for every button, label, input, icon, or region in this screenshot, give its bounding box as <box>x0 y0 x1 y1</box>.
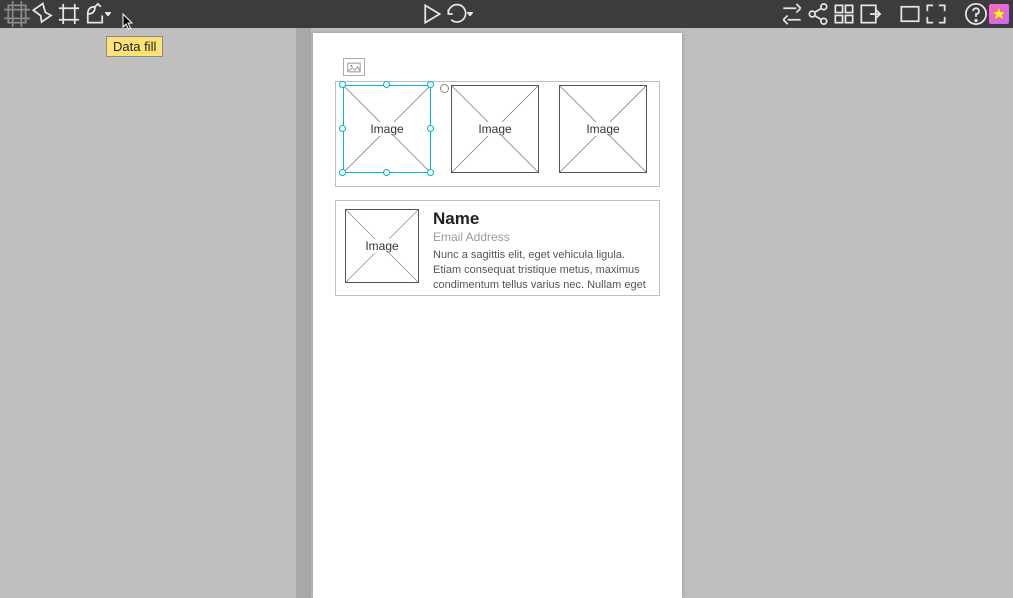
selection-handle[interactable] <box>427 169 434 176</box>
selection-handle[interactable] <box>427 81 434 88</box>
align-icon[interactable] <box>779 1 805 27</box>
image-type-chip[interactable] <box>343 58 365 76</box>
grid-icon[interactable] <box>56 1 82 27</box>
grid-view-icon[interactable] <box>831 1 857 27</box>
toolbar-left-group <box>4 1 112 27</box>
avatar-placeholder[interactable]: Image <box>345 209 419 283</box>
selection-handle[interactable] <box>383 169 390 176</box>
profile-email: Email Address <box>433 230 653 244</box>
top-toolbar <box>0 0 1013 28</box>
selection-handle[interactable] <box>339 81 346 88</box>
placeholder-label: Image <box>584 122 621 136</box>
refresh-dropdown-caret[interactable] <box>466 12 474 16</box>
profile-text-block[interactable]: Name Email Address Nunc a sagittis elit,… <box>433 209 653 293</box>
selection-handle[interactable] <box>339 125 346 132</box>
ruler-rail <box>296 28 311 598</box>
help-icon[interactable] <box>963 1 989 27</box>
export-icon[interactable] <box>857 1 883 27</box>
fit-screen-icon[interactable] <box>897 1 923 27</box>
pin-icon[interactable] <box>30 1 56 27</box>
artboard[interactable]: Image Image Image Image Name Email Addre… <box>313 33 682 598</box>
rotate-handle[interactable] <box>440 84 449 93</box>
sparkle-icon[interactable] <box>989 4 1009 24</box>
toolbar-center-group <box>418 1 474 27</box>
profile-name: Name <box>433 209 653 229</box>
image-placeholder-3[interactable]: Image <box>559 85 647 173</box>
toolbar-right-group <box>779 1 1009 27</box>
fullscreen-icon[interactable] <box>923 1 949 27</box>
profile-body: Nunc a sagittis elit, eget vehicula ligu… <box>433 248 653 293</box>
selection-handle[interactable] <box>383 81 390 88</box>
frame-tool-icon[interactable] <box>4 1 30 27</box>
tooltip-datafill: Data fill <box>106 36 163 57</box>
placeholder-label: Image <box>363 239 400 253</box>
image-placeholder-1[interactable]: Image <box>343 85 431 173</box>
placeholder-label: Image <box>476 122 513 136</box>
selection-handle[interactable] <box>339 169 346 176</box>
selection-handle[interactable] <box>427 125 434 132</box>
share-icon[interactable] <box>805 1 831 27</box>
image-placeholder-2[interactable]: Image <box>451 85 539 173</box>
data-fill-dropdown-caret[interactable] <box>104 12 112 16</box>
play-icon[interactable] <box>418 1 444 27</box>
placeholder-label: Image <box>368 122 405 136</box>
